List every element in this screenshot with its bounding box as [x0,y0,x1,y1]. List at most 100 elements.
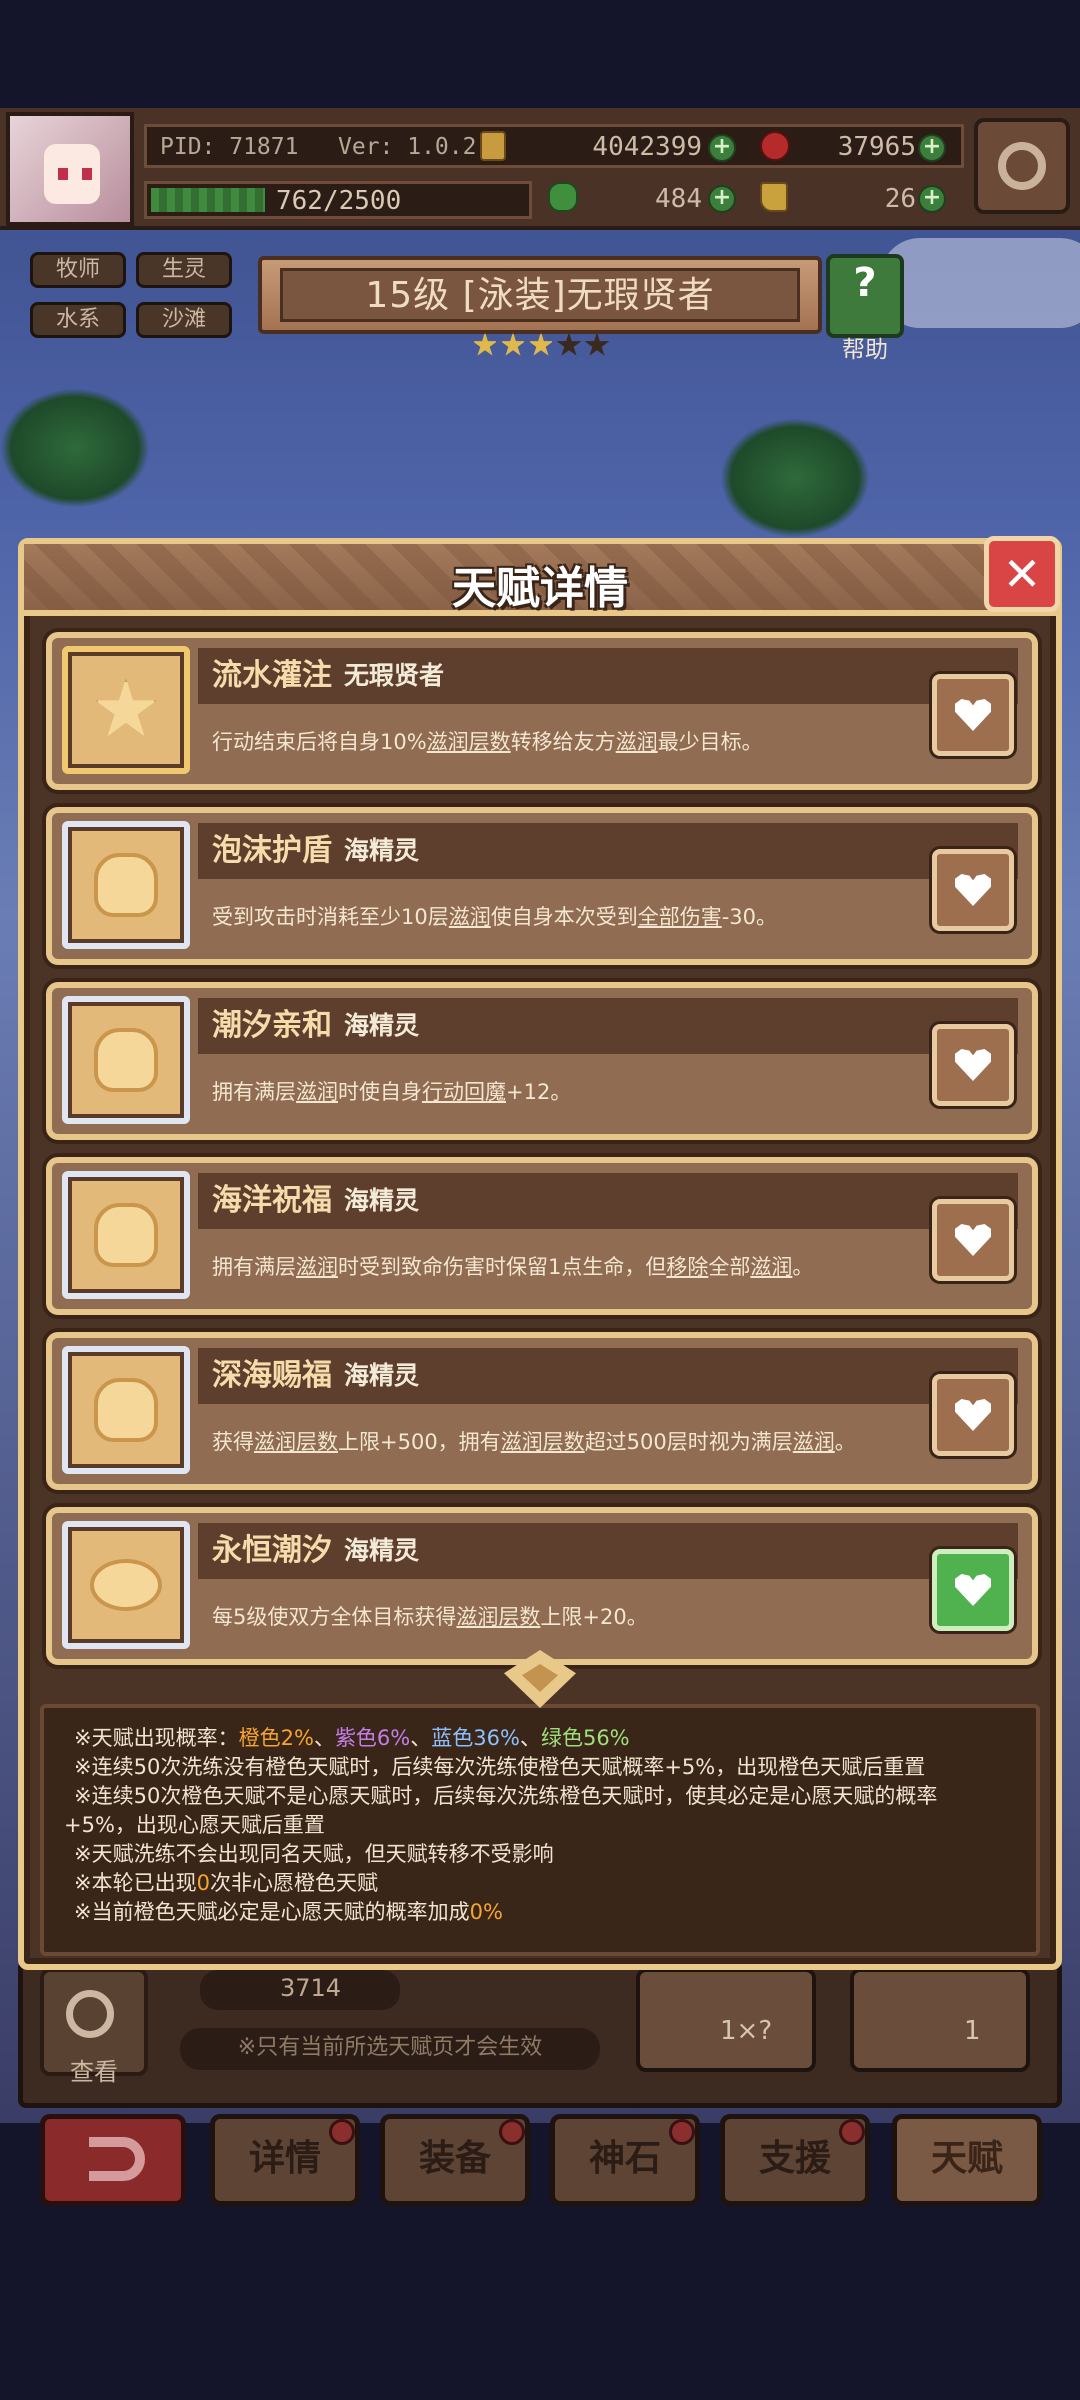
talent-card[interactable]: 永恒潮汐 海精灵 每5级使双方全体目标获得滋润层数上限+20。 [46,1507,1038,1665]
character-banner: 15级 [泳装]无瑕贤者 [258,256,822,334]
talent-source: 海精灵 [344,1186,420,1215]
description-text: 时受到致命伤害时保留1点生命，但 [338,1255,667,1279]
cloud [880,238,1080,328]
wash-stone-amount: 3714 [280,1974,342,2002]
talent-details-dialog: 天赋详情 流水灌注 无瑕贤者行动结束后将自身10%滋润层数转移给友方滋润最少目标。… [18,538,1062,1970]
talent-name: 潮汐亲和 [212,1008,332,1043]
talent-description: 拥有满层滋润时受到致命伤害时保留1点生命，但移除全部滋润。 [212,1251,813,1281]
description-text: 上限+500，拥有 [338,1430,501,1454]
keyword-link[interactable]: 滋润层数 [501,1430,585,1454]
keyword-link[interactable]: 全部伤害 [638,905,722,929]
palm-tree [0,388,150,508]
close-button[interactable]: ✕ [984,536,1060,612]
info-line-6: ※本轮已出现0次非心愿橙色天赋 [74,1867,378,1897]
ring-icon [90,1559,162,1611]
dialog-header: 天赋详情 [24,544,1056,616]
keyword-link[interactable]: 滋润层数 [427,730,511,754]
info-prefix: ※天赋出现概率： [74,1726,239,1750]
talent-source: 无瑕贤者 [344,661,445,690]
description-text: 。 [834,1430,856,1454]
keyword-link[interactable]: 滋润 [750,1255,792,1279]
description-text: 上限+20。 [540,1605,648,1629]
player-avatar[interactable] [6,112,134,226]
info-line-4: +5%，出现心愿天赋后重置 [64,1813,325,1837]
description-text: 获得 [212,1430,254,1454]
wish-toggle[interactable] [932,1374,1014,1456]
wish-toggle[interactable] [932,1024,1014,1106]
tab-label: 天赋 [930,2138,1003,2179]
talent-card[interactable]: 潮汐亲和 海精灵 拥有满层滋润时使自身行动回魔+12。 [46,982,1038,1140]
info-text: ※本轮已出现 [74,1871,197,1895]
talent-description: 行动结束后将自身10%滋润层数转移给友方滋润最少目标。 [212,726,763,756]
talent-card[interactable]: 深海赐福 海精灵 获得滋润层数上限+500，拥有滋润层数超过500层时视为满层滋润。 [46,1332,1038,1490]
wish-toggle[interactable] [932,849,1014,931]
description-text: 拥有满层 [212,1255,296,1279]
talent-source: 海精灵 [344,1361,420,1390]
divider-gem-core [522,1664,558,1692]
wash-cost: 1 [964,2016,981,2046]
talent-description: 获得滋润层数上限+500，拥有滋润层数超过500层时视为满层滋润。 [212,1426,856,1456]
keyword-link[interactable]: 滋润 [449,905,491,929]
talent-name: 泡沫护盾 [212,833,332,868]
notification-dot [329,2119,355,2145]
wish-toggle-on[interactable] [932,1549,1014,1631]
orange-rate: 橙色2% [238,1726,314,1750]
tab-equipment[interactable]: 装备 [380,2114,530,2206]
back-button[interactable] [40,2114,186,2206]
add-boots-icon[interactable]: + [918,185,946,213]
tab-godstone[interactable]: 神石 [550,2114,700,2206]
info-line-7: ※当前橙色天赋必定是心愿天赋的概率加成0% [74,1896,503,1926]
add-clover-icon[interactable]: + [708,185,736,213]
view-label: 查看 [70,2058,118,2086]
tab-support[interactable]: 支援 [720,2114,870,2206]
wish-toggle[interactable] [932,1199,1014,1281]
star-icon [95,678,157,737]
tag-class[interactable]: 牧师 [30,252,126,288]
separator: 、 [519,1726,541,1750]
description-text: +12。 [506,1080,572,1104]
gold-coin-icon [480,131,506,161]
talent-name: 海洋祝福 [212,1183,332,1218]
question-icon: ? [853,260,877,306]
keyword-link[interactable]: 滋润层数 [254,1430,338,1454]
add-gem-icon[interactable]: + [918,134,946,162]
info-line-probability: ※天赋出现概率：橙色2%、紫色6%、蓝色36%、绿色56% [74,1722,630,1752]
talent-card[interactable]: 流水灌注 无瑕贤者行动结束后将自身10%滋润层数转移给友方滋润最少目标。 [46,632,1038,790]
tab-label: 装备 [418,2138,491,2179]
talent-icon-frame [62,646,190,774]
auto-wash-button[interactable]: 1×? [636,1968,816,2072]
keyword-link[interactable]: 滋润 [296,1255,338,1279]
tag-element[interactable]: 水系 [30,302,126,338]
talent-name: 流水灌注 [212,658,332,693]
keyword-link[interactable]: 滋润 [616,730,658,754]
talent-card[interactable]: 泡沫护盾 海精灵 受到攻击时消耗至少10层滋润使自身本次受到全部伤害-30。 [46,807,1038,965]
avatar-eye [58,168,68,180]
heart-icon [955,874,991,906]
description-text: 全部 [708,1255,751,1279]
keyword-link[interactable]: 行动回魔 [422,1080,506,1104]
talent-description: 每5级使双方全体目标获得滋润层数上限+20。 [212,1601,648,1631]
talent-source: 海精灵 [344,1011,420,1040]
add-gold-icon[interactable]: + [708,134,736,162]
talent-card[interactable]: 海洋祝福 海精灵拥有满层滋润时受到致命伤害时保留1点生命，但移除全部滋润。 [46,1157,1038,1315]
talent-source: 海精灵 [344,1536,420,1565]
character-title: 15级 [泳装]无瑕贤者 [280,268,800,322]
heart-icon [955,1399,991,1431]
boot-icon [760,182,788,212]
exp-bar-fill [151,188,265,212]
description-text: 转移给友方 [510,730,616,754]
info-text: 次非心愿橙色天赋 [209,1871,378,1895]
tab-details[interactable]: 详情 [210,2114,360,2206]
keyword-link[interactable]: 滋润层数 [456,1605,540,1629]
help-button[interactable]: ? 帮助 [826,254,904,363]
keyword-link[interactable]: 移除 [666,1255,708,1279]
wash-button[interactable]: 1 [850,1968,1030,2072]
wish-toggle[interactable] [932,674,1014,756]
tab-talent[interactable]: 天赋 [892,2114,1042,2206]
hand-icon [94,1203,158,1267]
settings-button[interactable] [974,118,1070,214]
keyword-link[interactable]: 滋润 [296,1080,338,1104]
tag-race[interactable]: 生灵 [136,252,232,288]
tag-location[interactable]: 沙滩 [136,302,232,338]
keyword-link[interactable]: 滋润 [793,1430,835,1454]
